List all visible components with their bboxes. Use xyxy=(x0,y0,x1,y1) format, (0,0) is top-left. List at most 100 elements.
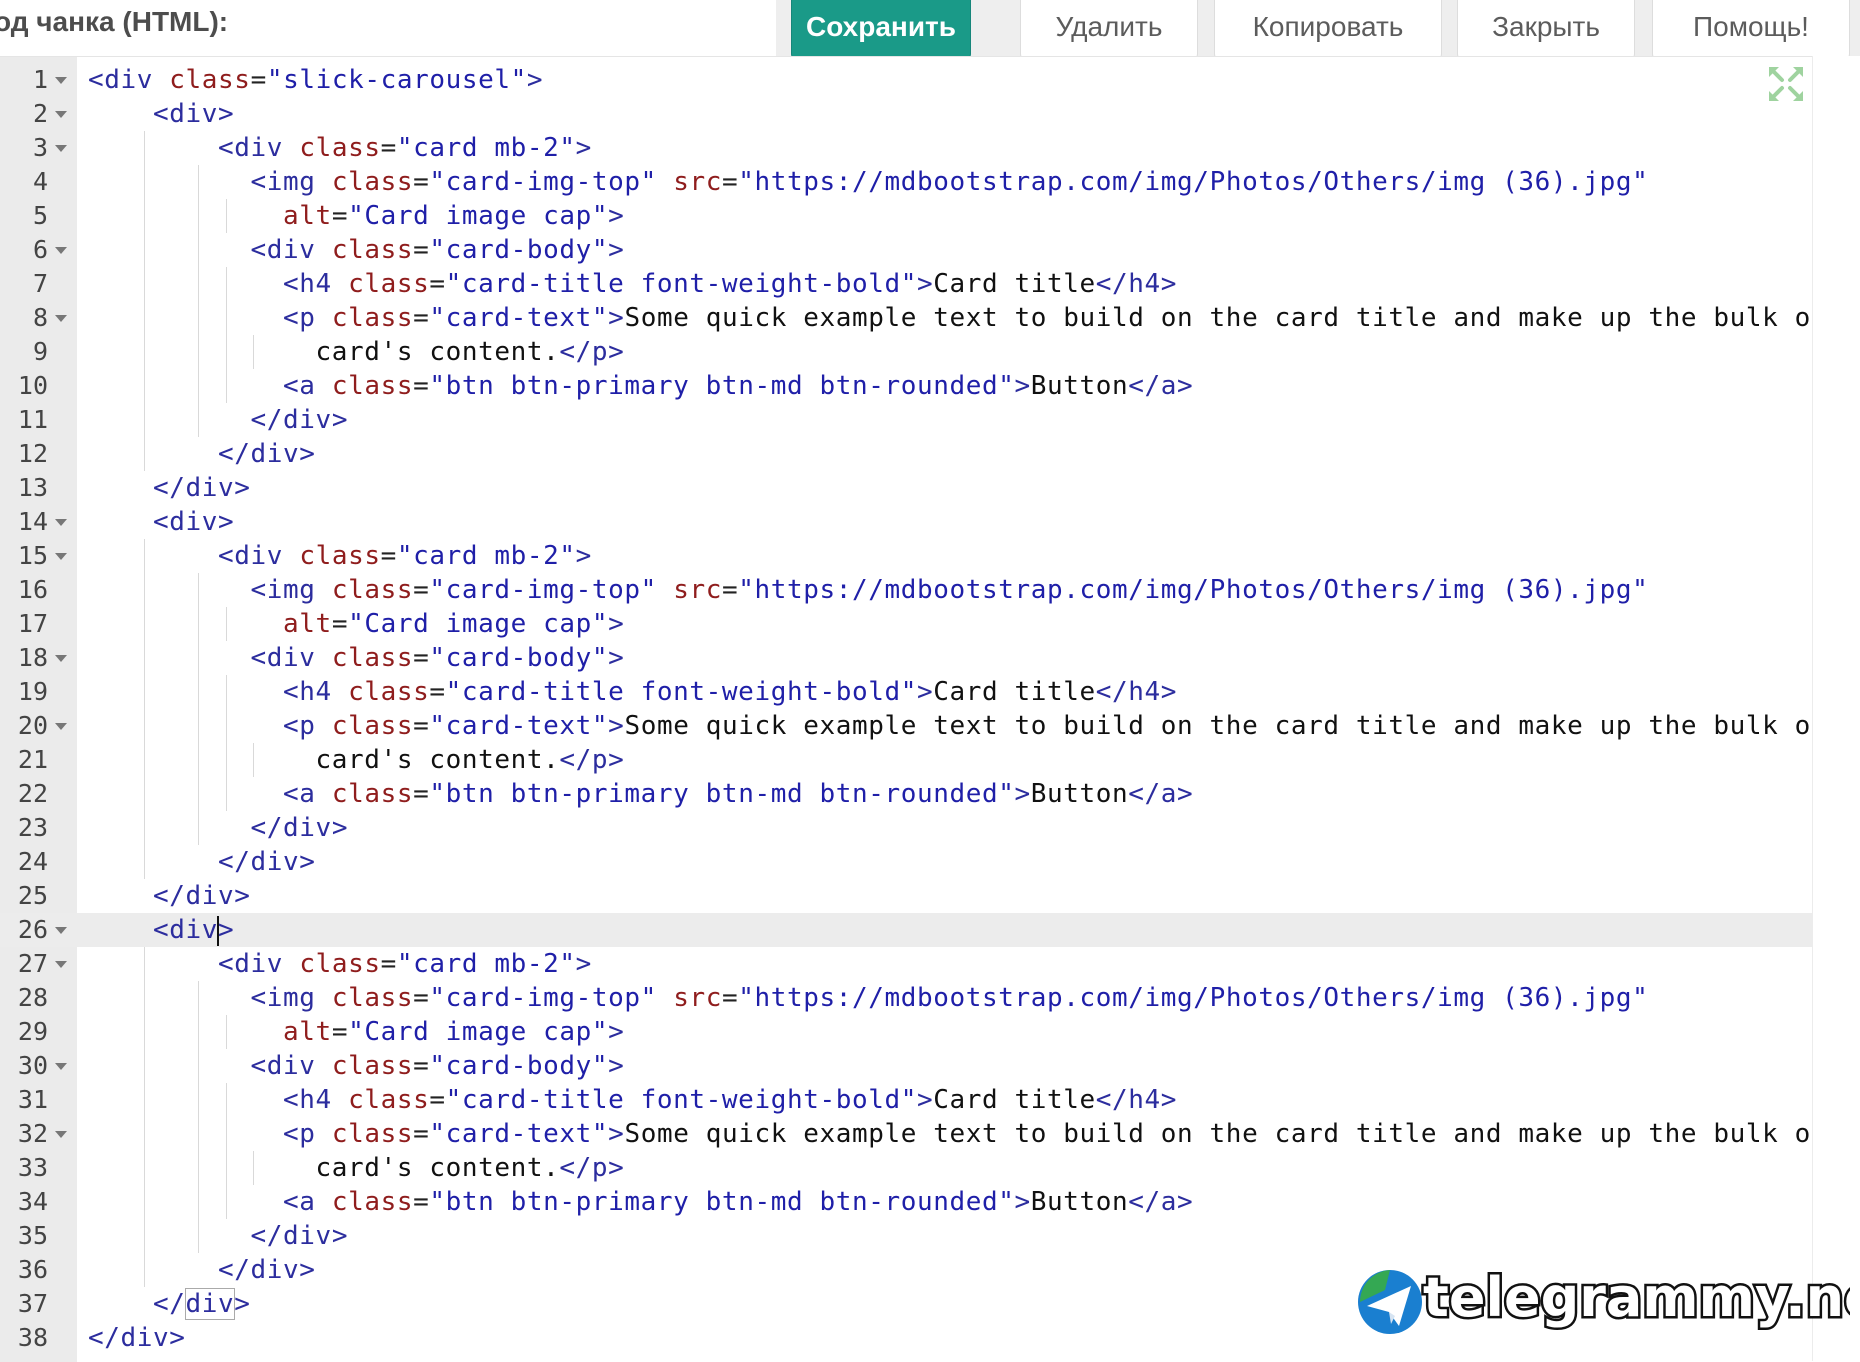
code-line[interactable]: 34 <a class="btn btn-primary btn-md btn-… xyxy=(0,1185,1812,1219)
fold-toggle-icon[interactable] xyxy=(55,111,67,118)
code-text: <div> xyxy=(88,97,234,131)
fold-toggle-icon[interactable] xyxy=(55,519,67,526)
delete-button[interactable]: Удалить xyxy=(1020,0,1198,60)
code-token: > xyxy=(608,643,625,673)
code-line[interactable]: 4 <img class="card-img-top" src="https:/… xyxy=(0,165,1812,199)
code-token: </a> xyxy=(1128,779,1194,809)
code-line[interactable]: 35 </div> xyxy=(0,1219,1812,1253)
code-line[interactable]: 24 </div> xyxy=(0,845,1812,879)
code-token: </div> xyxy=(250,813,349,843)
code-line[interactable]: 3 <div class="card mb-2"> xyxy=(0,131,1812,165)
code-text: <div class="slick-carousel"> xyxy=(88,63,543,97)
code-line[interactable]: 20 <p class="card-text">Some quick examp… xyxy=(0,709,1812,743)
code-line[interactable]: 32 <p class="card-text">Some quick examp… xyxy=(0,1117,1812,1151)
fold-toggle-icon[interactable] xyxy=(55,145,67,152)
fold-toggle-icon[interactable] xyxy=(55,315,67,322)
fold-toggle-icon[interactable] xyxy=(55,961,67,968)
code-text: card's content.</p> xyxy=(88,335,624,369)
code-token: </h4> xyxy=(1095,269,1178,299)
code-text: card's content.</p> xyxy=(88,743,624,777)
code-token: > xyxy=(575,949,592,979)
watermark-text: telegrammy.net xyxy=(1423,1266,1850,1329)
code-token: </div> xyxy=(153,473,251,503)
code-token: > xyxy=(575,541,592,571)
code-token: > xyxy=(1014,1187,1031,1217)
code-token: > xyxy=(916,1085,934,1115)
code-token: </div> xyxy=(250,405,349,435)
code-token: class xyxy=(331,1187,414,1217)
code-token: "card-title font-weight-bold" xyxy=(445,1085,917,1115)
code-line[interactable]: 28 <img class="card-img-top" src="https:… xyxy=(0,981,1812,1015)
code-line[interactable]: 25 </div> xyxy=(0,879,1812,913)
fold-toggle-icon[interactable] xyxy=(55,1131,67,1138)
code-line[interactable]: 30 <div class="card-body"> xyxy=(0,1049,1812,1083)
fold-toggle-icon[interactable] xyxy=(55,77,67,84)
code-token: <div xyxy=(218,949,284,979)
code-token: "Card image cap" xyxy=(348,609,609,639)
code-line[interactable]: 13 </div> xyxy=(0,471,1812,505)
code-line[interactable]: 29 alt="Card image cap"> xyxy=(0,1015,1812,1049)
close-button[interactable]: Закрыть xyxy=(1457,0,1635,60)
line-number: 7 xyxy=(32,269,48,298)
code-line[interactable]: 14 <div> xyxy=(0,505,1812,539)
code-line[interactable]: 10 <a class="btn btn-primary btn-md btn-… xyxy=(0,369,1812,403)
code-line[interactable]: 6 <div class="card-body"> xyxy=(0,233,1812,267)
code-line[interactable]: 22 <a class="btn btn-primary btn-md btn-… xyxy=(0,777,1812,811)
line-number: 3 xyxy=(32,133,48,162)
code-line[interactable]: 9 card's content.</p> xyxy=(0,335,1812,369)
code-line[interactable]: 12 </div> xyxy=(0,437,1812,471)
code-line[interactable]: 7 <h4 class="card-title font-weight-bold… xyxy=(0,267,1812,301)
code-text: </div> xyxy=(88,437,316,471)
code-text: </div> xyxy=(88,1321,186,1355)
code-token: class xyxy=(331,371,414,401)
code-line[interactable]: 11 </div> xyxy=(0,403,1812,437)
code-token: src xyxy=(673,575,722,605)
code-line[interactable]: 21 card's content.</p> xyxy=(0,743,1812,777)
code-token: </div> xyxy=(250,1221,349,1251)
line-number: 2 xyxy=(32,99,48,128)
code-line[interactable]: 18 <div class="card-body"> xyxy=(0,641,1812,675)
fold-toggle-icon[interactable] xyxy=(55,723,67,730)
code-line[interactable]: 8 <p class="card-text">Some quick exampl… xyxy=(0,301,1812,335)
code-token: "card-img-top" xyxy=(429,167,657,197)
code-line[interactable]: 33 card's content.</p> xyxy=(0,1151,1812,1185)
code-line[interactable]: 26 <div> xyxy=(0,913,1812,947)
code-token: </ xyxy=(153,1289,186,1319)
code-line[interactable]: 2 <div> xyxy=(0,97,1812,131)
code-text: <div class="card-body"> xyxy=(88,1049,624,1083)
code-line[interactable]: 31 <h4 class="card-title font-weight-bol… xyxy=(0,1083,1812,1117)
line-number: 32 xyxy=(17,1119,48,1148)
code-line[interactable]: 15 <div class="card mb-2"> xyxy=(0,539,1812,573)
fold-toggle-icon[interactable] xyxy=(55,927,67,934)
fold-toggle-icon[interactable] xyxy=(55,247,67,254)
code-token: Some quick example text to build on the … xyxy=(624,711,1812,741)
code-line[interactable]: 5 alt="Card image cap"> xyxy=(0,199,1812,233)
fold-toggle-icon[interactable] xyxy=(55,553,67,560)
code-token: </h4> xyxy=(1095,1085,1178,1115)
code-line[interactable]: 17 alt="Card image cap"> xyxy=(0,607,1812,641)
expand-arrows-icon[interactable] xyxy=(1766,64,1806,104)
copy-button[interactable]: Копировать xyxy=(1214,0,1442,60)
code-line[interactable]: 23 </div> xyxy=(0,811,1812,845)
editor-scroll-area[interactable] xyxy=(1812,56,1860,1361)
fold-toggle-icon[interactable] xyxy=(55,1063,67,1070)
code-line[interactable]: 16 <img class="card-img-top" src="https:… xyxy=(0,573,1812,607)
fold-toggle-icon[interactable] xyxy=(55,655,67,662)
code-line[interactable]: 1 <div class="slick-carousel"> xyxy=(0,63,1812,97)
code-text: <div> xyxy=(88,505,234,539)
code-token: = xyxy=(331,609,349,639)
code-token: = xyxy=(413,167,430,197)
code-editor[interactable]: 1 <div class="slick-carousel"> 2 <div> 3 <d… xyxy=(0,56,1812,1362)
watermark: telegrammy.net xyxy=(1358,1264,1850,1334)
code-line[interactable]: 27 <div class="card mb-2"> xyxy=(0,947,1812,981)
line-number: 37 xyxy=(17,1289,48,1318)
help-button[interactable]: Помощь! xyxy=(1652,0,1850,60)
code-line[interactable]: 19 <h4 class="card-title font-weight-bol… xyxy=(0,675,1812,709)
save-button[interactable]: Сохранить xyxy=(791,0,971,60)
code-token: = xyxy=(413,1187,430,1217)
